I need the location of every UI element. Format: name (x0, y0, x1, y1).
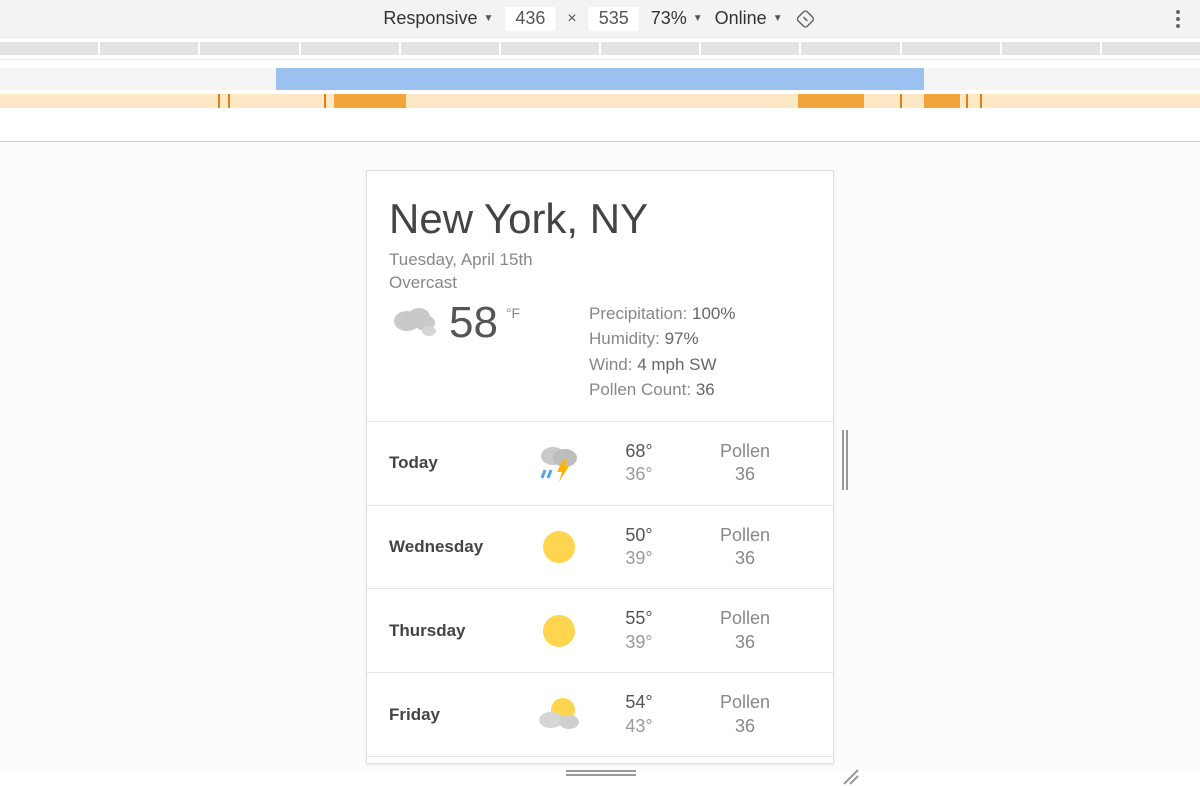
forecast-row: Wednesday 50°39°Pollen36 (367, 506, 833, 590)
breakpoint-ruler[interactable] (0, 38, 1200, 60)
forecast-high: 54° (599, 691, 679, 714)
partly-cloudy-icon (519, 694, 599, 736)
date-label: Tuesday, April 15th (389, 249, 811, 272)
forecast-pollen: Pollen36 (679, 440, 811, 487)
viewport-width-input[interactable] (505, 7, 555, 31)
forecast-pollen-label: Pollen (679, 440, 811, 463)
forecast-day: Today (389, 453, 519, 473)
forecast-pollen: Pollen36 (679, 607, 811, 654)
chevron-down-icon: ▼ (693, 13, 703, 24)
zoom-label: 73% (651, 8, 687, 29)
chevron-down-icon: ▼ (773, 13, 783, 24)
forecast-pollen-value: 36 (679, 463, 811, 486)
more-options-icon[interactable] (1176, 10, 1180, 28)
forecast-high: 68° (599, 440, 679, 463)
rotate-icon[interactable] (795, 8, 817, 30)
forecast-list: Today68°36°Pollen36Wednesday50°39°Pollen… (367, 421, 833, 764)
cloud-icon (389, 301, 441, 341)
thunder-rain-icon (519, 442, 599, 484)
sunny-icon (519, 526, 599, 568)
precip-value: 100% (692, 304, 735, 323)
weather-card: New York, NY Tuesday, April 15th Overcas… (367, 171, 833, 421)
network-label: Online (715, 8, 767, 29)
chevron-down-icon: ▼ (483, 13, 493, 24)
humidity-label: Humidity: (589, 329, 660, 348)
pollen-value: 36 (696, 380, 715, 399)
dimension-separator: × (567, 10, 576, 28)
forecast-temps: 54°43° (599, 691, 679, 738)
device-toolbar: Responsive ▼ × 73% ▼ Online ▼ (0, 0, 1200, 38)
viewport-height-input[interactable] (589, 7, 639, 31)
condition-label: Overcast (389, 272, 811, 295)
device-area: New York, NY Tuesday, April 15th Overcas… (0, 142, 1200, 770)
sunny-icon (519, 610, 599, 652)
forecast-pollen-value: 36 (679, 547, 811, 570)
forecast-high: 50° (599, 524, 679, 547)
forecast-pollen-label: Pollen (679, 607, 811, 630)
precip-label: Precipitation: (589, 304, 687, 323)
forecast-row: Friday 54°43°Pollen36 (367, 673, 833, 757)
forecast-pollen-value: 36 (679, 715, 811, 738)
forecast-low: 36° (599, 463, 679, 486)
forecast-row: Saturday64°46°Pollen36 (367, 757, 833, 764)
pollen-label: Pollen Count: (589, 380, 691, 399)
location-title: New York, NY (389, 195, 811, 243)
forecast-low: 43° (599, 715, 679, 738)
forecast-low: 39° (599, 547, 679, 570)
device-mode-dropdown[interactable]: Responsive ▼ (383, 8, 493, 29)
forecast-low: 39° (599, 631, 679, 654)
network-dropdown[interactable]: Online ▼ (715, 8, 783, 29)
forecast-pollen-value: 36 (679, 631, 811, 654)
forecast-pollen-label: Pollen (679, 691, 811, 714)
timeline-track-blue (0, 68, 1200, 90)
resize-handle-bottom[interactable] (566, 770, 636, 780)
timeline-tracks[interactable] (0, 60, 1200, 142)
forecast-high: 55° (599, 607, 679, 630)
forecast-temps: 68°36° (599, 440, 679, 487)
humidity-value: 97% (665, 329, 699, 348)
forecast-day: Friday (389, 705, 519, 725)
wind-label: Wind: (589, 355, 632, 374)
zoom-dropdown[interactable]: 73% ▼ (651, 8, 703, 29)
forecast-temps: 50°39° (599, 524, 679, 571)
forecast-pollen: Pollen36 (679, 691, 811, 738)
resize-handle-right[interactable] (842, 430, 852, 490)
forecast-row: Thursday 55°39°Pollen36 (367, 589, 833, 673)
weather-details: Precipitation: 100% Humidity: 97% Wind: … (589, 301, 811, 403)
device-viewport: New York, NY Tuesday, April 15th Overcas… (366, 170, 834, 764)
device-mode-label: Responsive (383, 8, 477, 29)
forecast-pollen-label: Pollen (679, 524, 811, 547)
timeline-track-orange (0, 94, 1200, 108)
forecast-temps: 55°39° (599, 607, 679, 654)
temp-unit: °F (506, 305, 520, 321)
current-temp: 58 (449, 301, 498, 345)
forecast-day: Thursday (389, 621, 519, 641)
resize-handle-corner[interactable] (840, 766, 860, 786)
forecast-pollen: Pollen36 (679, 524, 811, 571)
forecast-day: Wednesday (389, 537, 519, 557)
wind-value: 4 mph SW (637, 355, 716, 374)
forecast-row: Today 68°36°Pollen36 (367, 422, 833, 506)
